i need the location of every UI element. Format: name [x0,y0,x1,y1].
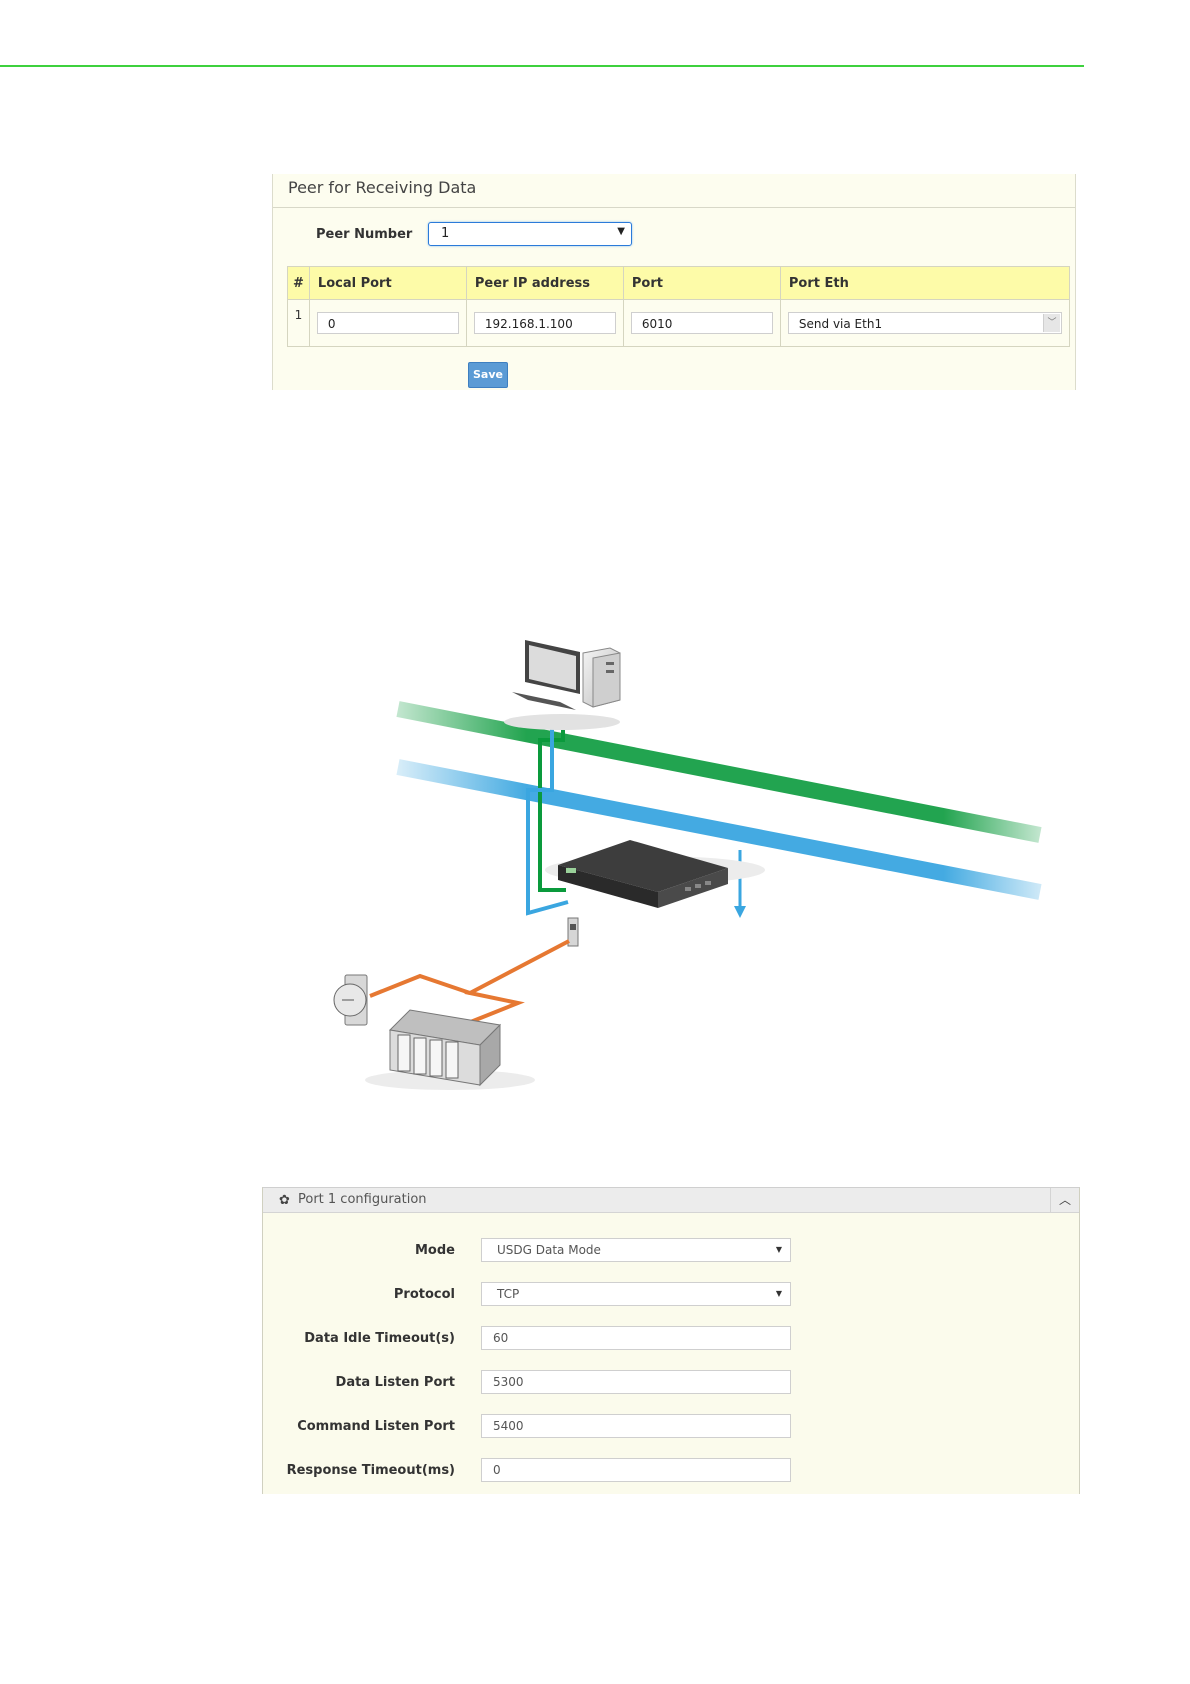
chevron-down-icon: ﹀ [1043,314,1060,332]
serial-device-server-icon [567,917,579,947]
data-idle-timeout-input[interactable]: 60 [481,1326,791,1350]
mode-value: USDG Data Mode [497,1243,601,1257]
data-idle-timeout-label: Data Idle Timeout(s) [304,1331,455,1346]
peer-receiving-panel: Peer for Receiving Data Peer Number 1 ▼ … [272,174,1076,390]
network-diagram [333,640,1042,1090]
save-button[interactable]: Save [468,362,508,388]
data-listen-port-input[interactable]: 5300 [481,1370,791,1394]
column-header-port: Port [622,266,781,300]
command-listen-port-label: Command Listen Port [297,1419,455,1434]
local-port-input[interactable]: 0 [316,312,459,334]
form-row-command-listen-port: Command Listen Port 5400 [263,1414,1079,1440]
form-row-data-listen-port: Data Listen Port 5300 [263,1370,1079,1396]
local-port-cell: 0 [308,299,467,347]
desktop-computer-icon [504,640,621,730]
peer-number-value: 1 [441,226,450,241]
peer-ip-cell: 192.168.1.100 [465,299,624,347]
collapse-button[interactable]: ︿ [1050,1188,1079,1212]
panel-header: ✿ Port 1 configuration ︿ [263,1188,1079,1213]
dropdown-arrow-icon: ▼ [775,1289,782,1298]
arrow-head-icon [734,906,746,918]
table-row: 1 0 192.168.1.100 6010 Send via Eth1 ﹀ [287,299,1071,347]
port-eth-select[interactable]: Send via Eth1 ﹀ [787,312,1062,334]
column-header-number: # [287,266,310,300]
chevron-up-icon: ︿ [1058,1193,1071,1207]
form-row-response-timeout: Response Timeout(ms) 0 [263,1458,1079,1484]
port-eth-cell: Send via Eth1 ﹀ [779,299,1071,347]
protocol-select[interactable]: TCP ▼ [481,1282,791,1306]
peer-number-label: Peer Number [316,227,413,242]
port-config-panel: ✿ Port 1 configuration ︿ Mode USDG Data … [262,1187,1080,1494]
title-divider [273,207,1075,208]
peer-table: # Local Port Peer IP address Port Port E… [287,266,1071,347]
green-network-line [396,701,1042,843]
form-row-protocol: Protocol TCP ▼ [263,1282,1079,1308]
column-header-peer-ip: Peer IP address [465,266,624,300]
plc-controller-icon [365,1009,535,1090]
dropdown-arrow-icon: ▼ [617,226,625,237]
row-number: 1 [287,299,310,347]
panel-title: Port 1 configuration [298,1192,427,1207]
command-listen-port-input[interactable]: 5400 [481,1414,791,1438]
gear-icon: ✿ [279,1193,290,1208]
response-timeout-label: Response Timeout(ms) [286,1463,455,1478]
header-divider [0,65,1084,67]
table-header-row: # Local Port Peer IP address Port Port E… [287,266,1071,300]
peer-ip-input[interactable]: 192.168.1.100 [473,312,616,334]
form-row-mode: Mode USDG Data Mode ▼ [263,1238,1079,1264]
form-row-data-idle-timeout: Data Idle Timeout(s) 60 [263,1326,1079,1352]
field-sensor-icon [333,974,368,1026]
port-eth-value: Send via Eth1 [798,317,883,331]
port-input[interactable]: 6010 [630,312,773,334]
protocol-label: Protocol [393,1287,455,1302]
mode-select[interactable]: USDG Data Mode ▼ [481,1238,791,1262]
response-timeout-input[interactable]: 0 [481,1458,791,1482]
protocol-value: TCP [497,1287,520,1301]
orange-serial-line [464,939,570,1025]
port-cell: 6010 [622,299,781,347]
peer-number-select[interactable]: 1 ▼ [428,222,632,246]
panel-title: Peer for Receiving Data [288,178,477,197]
column-header-local-port: Local Port [308,266,467,300]
ethernet-switch-icon [545,840,765,908]
column-header-port-eth: Port Eth [779,266,1071,300]
mode-label: Mode [415,1243,455,1258]
orange-sensor-line [369,973,471,998]
data-listen-port-label: Data Listen Port [335,1375,455,1390]
dropdown-arrow-icon: ▼ [775,1245,782,1254]
